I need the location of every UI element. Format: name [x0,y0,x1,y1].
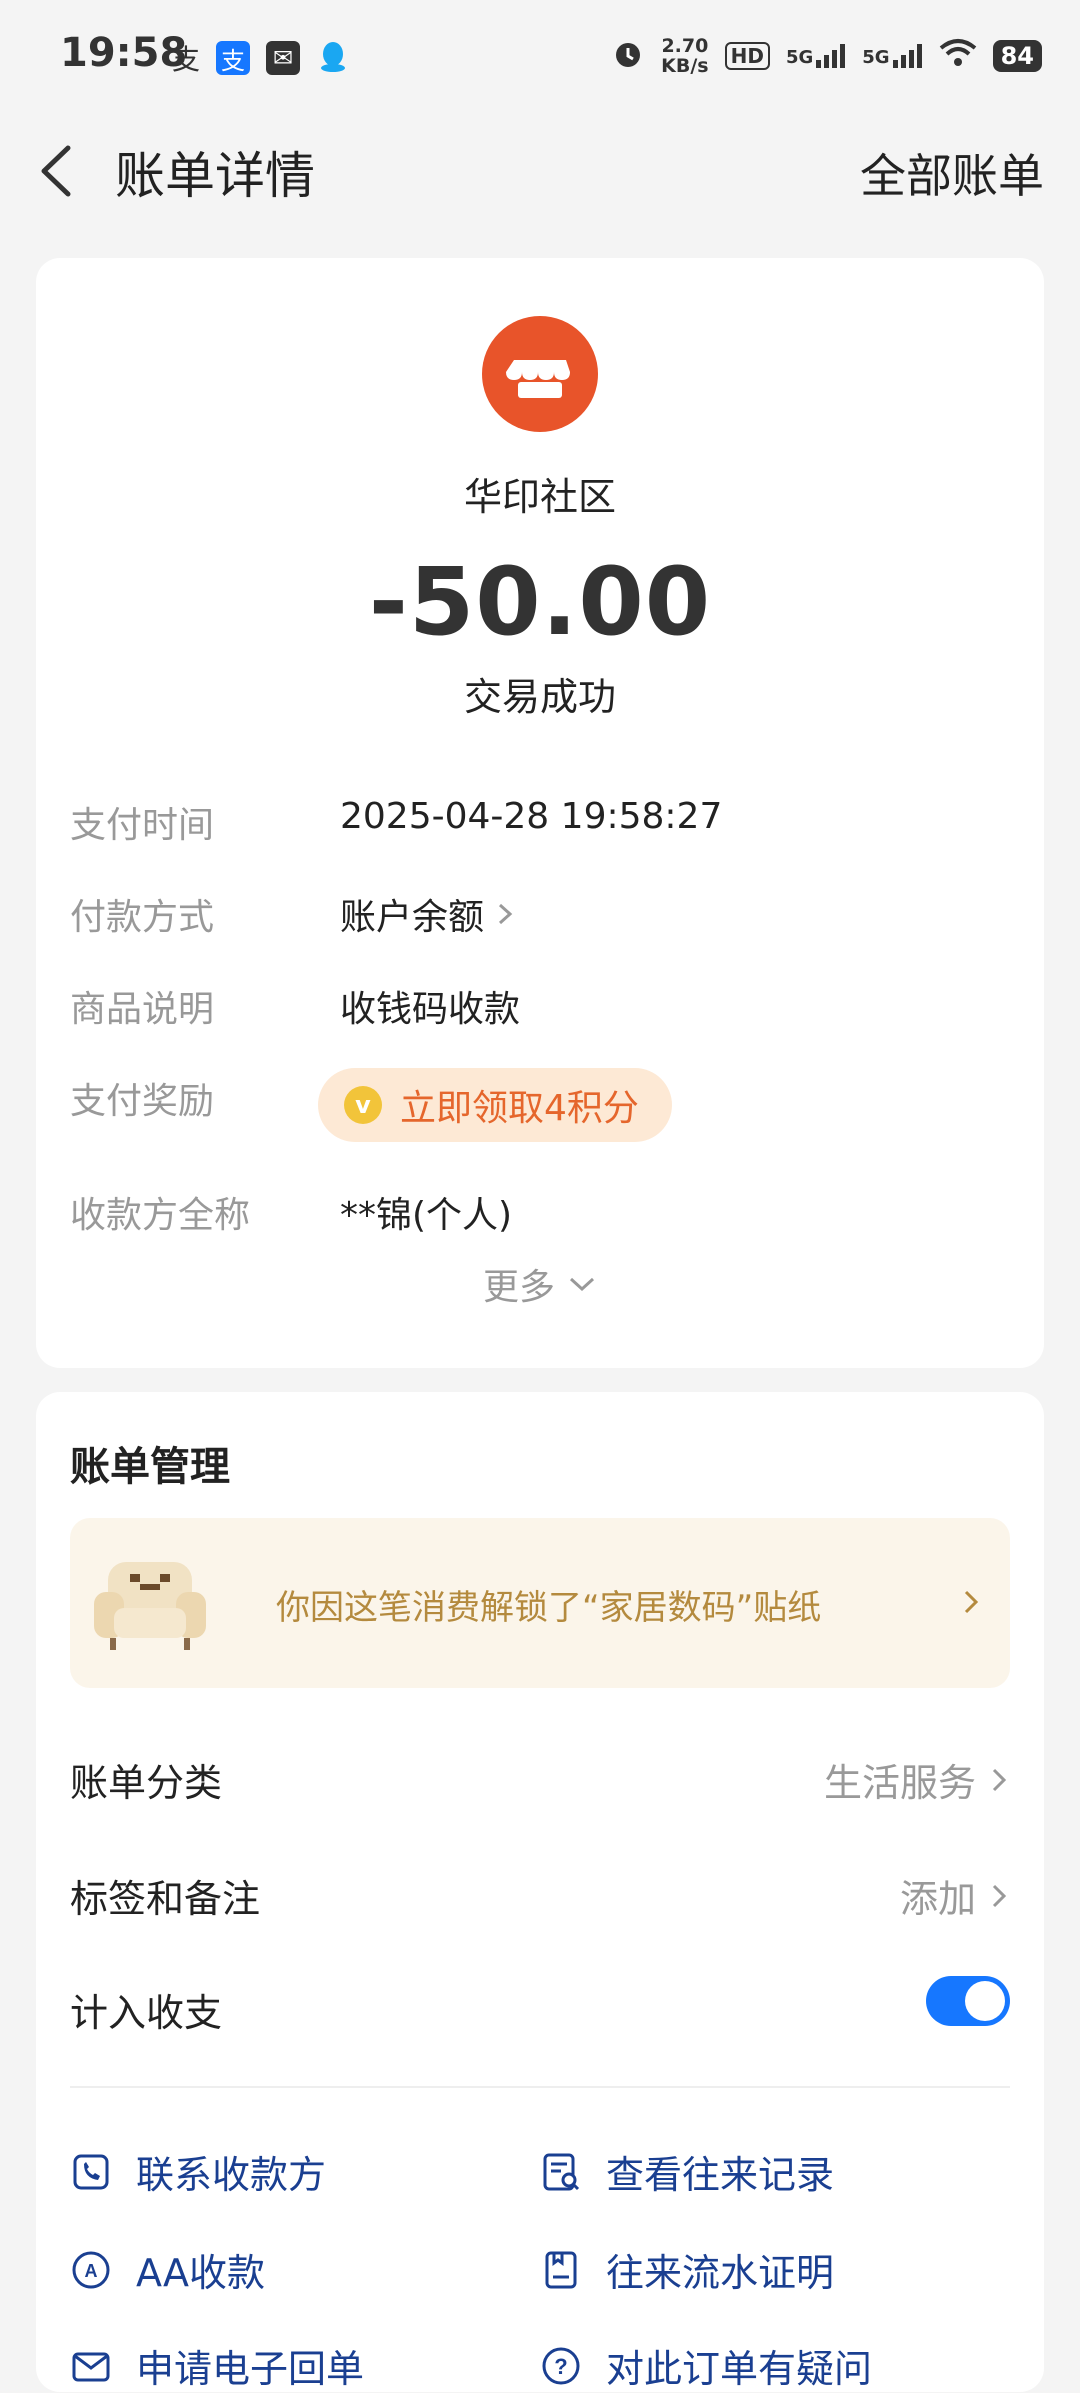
bill-category-value: 生活服务 [824,1752,1010,1807]
section-title: 账单管理 [70,1444,230,1490]
bill-category-label: 账单分类 [70,1761,223,1805]
battery-icon: 84 [992,40,1042,72]
question-icon: ? [542,2347,580,2384]
status-time: 19:58 [60,30,188,76]
message-app-icon: ✉ [266,41,301,75]
alipay-icon: 支 [216,41,251,75]
statement-proof-button[interactable]: 往来流水证明 [540,2242,834,2297]
chevron-down-icon [569,1277,595,1292]
claim-points-label: 立即领取4积分 [400,1088,639,1129]
chevron-right-icon [992,1768,1007,1791]
include-in-stats-toggle[interactable] [926,1976,1010,2026]
qq-icon [316,39,350,77]
alarm-icon [611,36,645,76]
detail-value[interactable]: 账户余额 [340,888,516,940]
signal-1-icon: 5G [786,44,846,68]
include-in-stats-label: 计入收支 [70,1991,223,2035]
include-in-stats-row: 计入收支 [70,1976,1010,2042]
chevron-right-icon [499,903,513,925]
bill-category-row[interactable]: 账单分类 生活服务 [70,1752,1010,1812]
toggle-knob [965,1981,1005,2021]
record-search-icon [543,2153,580,2190]
alipay-outline-icon: 支 [172,43,201,76]
detail-label: 支付奖励 [70,1081,215,1122]
tags-notes-label: 标签和备注 [70,1877,261,1921]
chevron-right-icon [964,1590,979,1614]
bill-management-card: 账单管理 你因这笔消费解锁了“家居数码”贴纸 账单分类 生活服务 标签和备注 添… [36,1392,1044,2392]
points-coin-icon: v [344,1086,382,1124]
request-receipt-button[interactable]: 申请电子回单 [70,2338,364,2393]
top-navigation-bar: 账单详情 全部账单 [0,120,1080,220]
more-button[interactable]: 更多 [36,1258,1044,1310]
aa-icon: A [72,2251,110,2288]
sofa-sticker-icon [90,1552,210,1656]
phone-icon [73,2154,109,2189]
detail-label: 收款方全称 [70,1195,251,1236]
mail-icon [72,2352,110,2381]
divider [70,2086,1010,2088]
detail-value: 2025-04-28 19:58:27 [340,796,723,837]
contact-payee-button[interactable]: 联系收款方 [70,2144,326,2199]
store-icon [482,316,598,432]
transaction-status: 交易成功 [463,675,616,719]
all-bills-link[interactable]: 全部账单 [860,140,1044,206]
wifi-icon [939,38,977,74]
merchant-name: 华印社区 [463,475,616,519]
view-records-button[interactable]: 查看往来记录 [540,2144,834,2199]
detail-label: 支付时间 [70,805,215,846]
signal-2-icon: 5G [862,44,922,68]
tags-notes-row[interactable]: 标签和备注 添加 [70,1868,1010,1928]
order-question-button[interactable]: ? 对此订单有疑问 [540,2338,872,2393]
aa-collect-button[interactable]: A AA收款 [70,2242,265,2297]
detail-label: 付款方式 [70,897,215,938]
svg-text:A: A [85,2261,98,2281]
detail-label: 商品说明 [70,989,215,1030]
detail-value: **锦(个人) [340,1195,513,1236]
sticker-banner[interactable]: 你因这笔消费解锁了“家居数码”贴纸 [70,1518,1010,1688]
transaction-card: 华印社区 -50.00 交易成功 支付时间 2025-04-28 19:58:2… [36,258,1044,1368]
statement-icon [545,2251,577,2288]
back-button[interactable] [30,136,90,206]
chevron-right-icon [992,1884,1007,1907]
system-icons: 2.70 KB/s HD 5G 5G 84 [611,36,1042,76]
transaction-amount: -50.00 [368,548,712,657]
net-speed: 2.70 KB/s [661,35,709,77]
status-bar: 19:58 支 支 ✉ 2.70 KB/s HD 5G 5G 84 [0,0,1080,110]
tags-notes-value: 添加 [900,1868,1010,1923]
hd-icon: HD [724,42,770,70]
svg-text:?: ? [554,2354,567,2379]
notification-icons: 支 支 ✉ [172,38,350,78]
sticker-banner-text: 你因这笔消费解锁了“家居数码”贴纸 [276,1588,822,1628]
detail-value: 收钱码收款 [340,989,521,1030]
claim-points-button[interactable]: v 立即领取4积分 [318,1068,672,1142]
page-title: 账单详情 [115,147,315,205]
chevron-left-icon [41,145,71,197]
